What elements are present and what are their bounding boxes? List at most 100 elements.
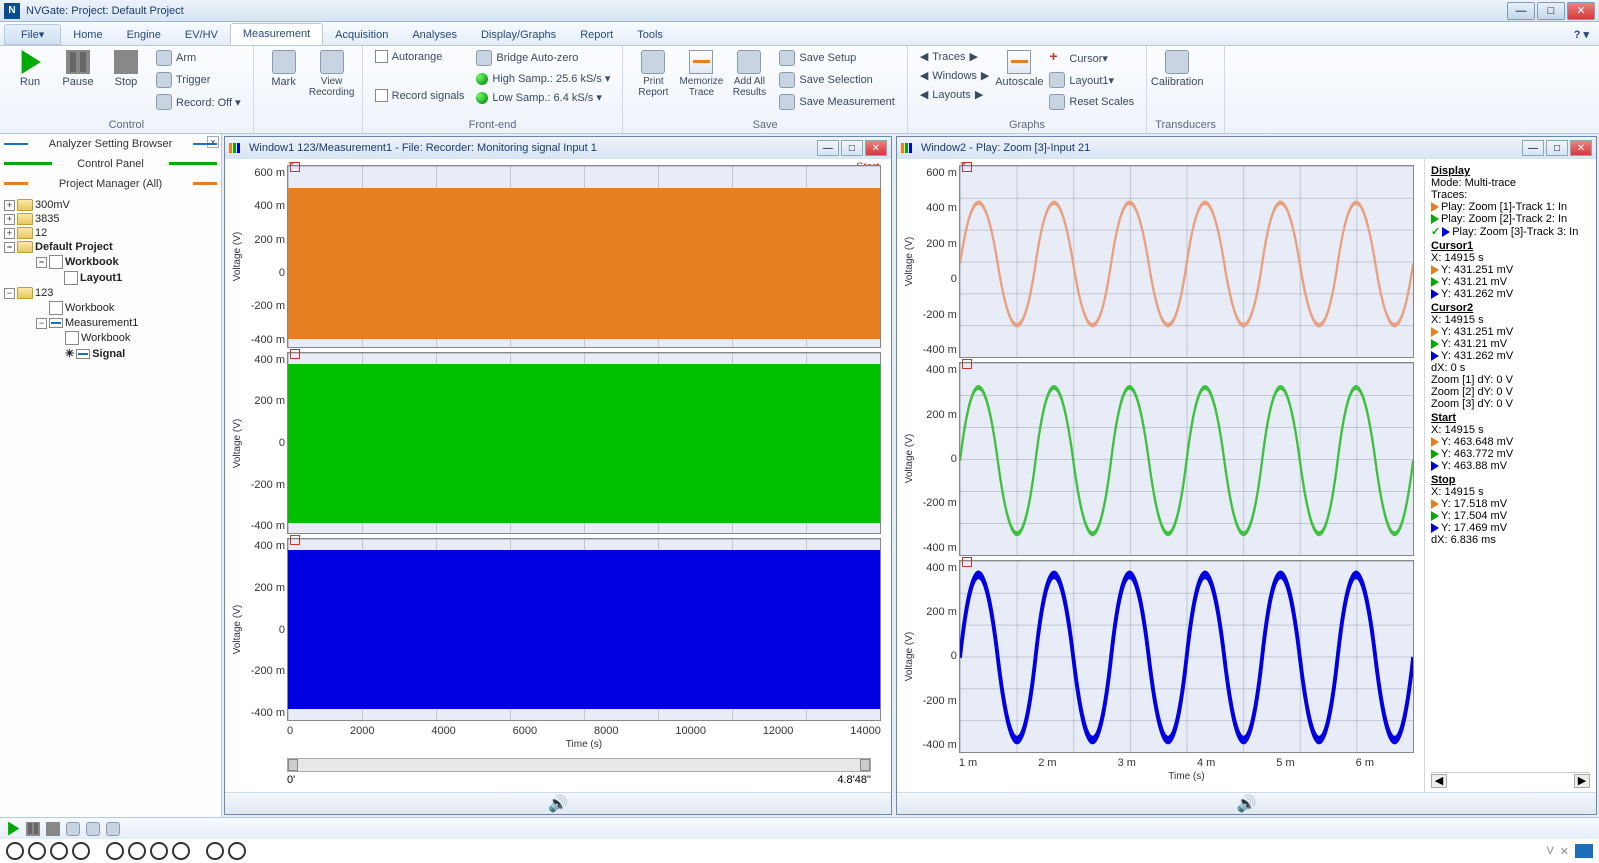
sound-bar[interactable]: 🔊 [897,792,1596,814]
tab-home[interactable]: Home [61,25,114,45]
win-minimize-button[interactable]: — [1522,140,1544,156]
plot-canvas-3[interactable] [287,538,881,721]
group-frontend-label: Front-end [371,117,615,131]
record-signals-check[interactable]: Record signals [371,87,469,104]
project-tree: +300mV +3835 +12 −Default Project −Workb… [0,194,221,817]
sidebar-header-analyzer[interactable]: Analyzer Setting Browser× [0,134,221,154]
memorize-trace-button[interactable]: Memorize Trace [679,48,723,100]
scrollbar[interactable]: ◀▶ [1431,772,1590,788]
save-setup-button[interactable]: Save Setup [775,48,898,68]
win-maximize-button[interactable]: □ [841,140,863,156]
tree-node-workbook3[interactable]: Workbook [4,330,217,346]
pause-icon[interactable] [26,822,40,836]
add-all-results-button[interactable]: Add All Results [727,48,771,100]
trace-entry[interactable]: Play: Zoom [2]-Track 2: In [1431,213,1590,225]
print-report-button[interactable]: Print Report [631,48,675,100]
bridge-autozero-button[interactable]: Bridge Auto-zero [472,48,614,68]
arm-button[interactable]: Arm [152,48,245,68]
cursor-marker[interactable] [290,535,300,545]
run-button[interactable]: Run [8,48,52,90]
mark-icon [272,50,296,74]
ribbon: Run Pause Stop Arm Trigger Record: Off ▾… [0,46,1599,134]
tool-icon[interactable] [66,822,80,836]
calibration-button[interactable]: Calibration [1155,48,1199,90]
tree-node-workbook[interactable]: −Workbook [4,254,217,270]
tree-node[interactable]: +12 [4,226,217,240]
sound-bar[interactable]: 🔊 [225,792,891,814]
tree-node-signal[interactable]: ✳ Signal [4,346,217,361]
status-bar: V✕ [0,839,1599,863]
tab-report[interactable]: Report [568,25,625,45]
bridge-icon [476,50,492,66]
high-samp-dropdown[interactable]: High Samp.: 25.6 kS/s ▾ [472,70,614,87]
stop-button[interactable]: Stop [104,48,148,90]
tab-acquisition[interactable]: Acquisition [323,25,400,45]
close-icon[interactable]: × [207,136,219,148]
trigger-button[interactable]: Trigger [152,70,245,90]
cursor-dropdown[interactable]: Cursor▾ [1045,48,1138,68]
cursor-icon [1049,50,1065,66]
cursor-marker[interactable] [962,557,972,567]
autorange-button[interactable]: Autorange [371,48,469,65]
sidebar-header-control[interactable]: Control Panel [0,154,221,174]
stop-header: Stop [1431,474,1590,486]
tree-node-measurement1[interactable]: −Measurement1 [4,316,217,330]
maximize-button[interactable]: □ [1537,2,1565,20]
plot-canvas-z3[interactable] [959,560,1414,753]
plot-canvas-2[interactable] [287,352,881,535]
win-close-button[interactable]: ✕ [1570,140,1592,156]
record-dropdown[interactable]: Record: Off ▾ [152,92,245,112]
plot-canvas-z1[interactable] [959,165,1414,358]
start-header: Start [1431,412,1590,424]
sidebar-header-project[interactable]: Project Manager (All) [0,174,221,194]
play-icon[interactable] [6,822,20,836]
print-icon [641,50,665,74]
tab-analyses[interactable]: Analyses [400,25,469,45]
plot-canvas-z2[interactable] [959,362,1414,555]
minimize-button[interactable]: — [1507,2,1535,20]
win-minimize-button[interactable]: — [817,140,839,156]
plot-canvas-1[interactable] [287,165,881,348]
layout1-dropdown[interactable]: Layout1▾ [1045,70,1138,90]
tool-icon[interactable] [86,822,100,836]
folder-icon [17,213,33,225]
cursor-marker[interactable] [962,359,972,369]
autoscale-button[interactable]: Autoscale [997,48,1041,90]
tool-icon[interactable] [106,822,120,836]
tab-engine[interactable]: Engine [115,25,173,45]
save-selection-button[interactable]: Save Selection [775,70,898,90]
trace-entry[interactable]: Play: Zoom [1]-Track 1: In [1431,201,1590,213]
trace-entry[interactable]: ✓Play: Zoom [3]-Track 3: In [1431,225,1590,238]
win-close-button[interactable]: ✕ [865,140,887,156]
reset-scales-button[interactable]: Reset Scales [1045,92,1138,112]
traces-button[interactable]: ◀ Traces ▶ [916,48,994,65]
tree-node[interactable]: +300mV [4,198,217,212]
tab-file[interactable]: File▾ [4,24,61,45]
windows-button[interactable]: ◀ Windows ▶ [916,67,994,84]
mark-button[interactable]: Mark [262,48,306,90]
time-slider[interactable] [287,758,871,772]
tree-node-workbook2[interactable]: Workbook [4,300,217,316]
tab-display[interactable]: Display/Graphs [469,25,568,45]
close-button[interactable]: ✕ [1567,2,1595,20]
tab-measurement[interactable]: Measurement [230,23,323,45]
stop-icon[interactable] [46,822,60,836]
cursor-marker[interactable] [962,162,972,172]
tab-tools[interactable]: Tools [625,25,675,45]
cursor-marker[interactable] [290,162,300,172]
tree-node[interactable]: +3835 [4,212,217,226]
tree-node-layout1[interactable]: Layout1 [4,270,217,286]
layouts-button[interactable]: ◀ Layouts ▶ [916,86,994,103]
low-samp-dropdown[interactable]: Low Samp.: 6.4 kS/s ▾ [472,89,614,106]
status-v: V [1546,845,1553,857]
tab-evhv[interactable]: EV/HV [173,25,230,45]
cursor-marker[interactable] [290,349,300,359]
y-ticks: 400 m200 m0-200 m-400 m [245,352,287,535]
tree-node-123[interactable]: −123 [4,286,217,300]
view-recording-button[interactable]: View Recording [310,48,354,100]
pause-button[interactable]: Pause [56,48,100,90]
help-button[interactable]: ? ▾ [1564,24,1599,45]
tree-node-default-project[interactable]: −Default Project [4,240,217,254]
win-maximize-button[interactable]: □ [1546,140,1568,156]
save-measurement-button[interactable]: Save Measurement [775,92,898,112]
